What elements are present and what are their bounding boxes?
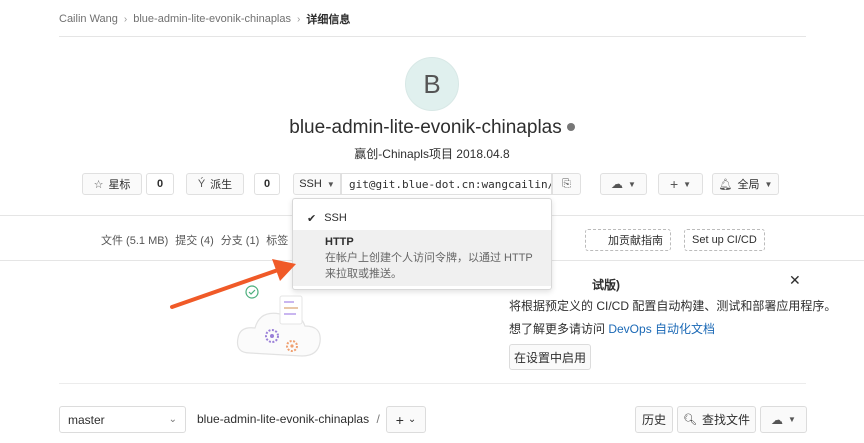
notification-button[interactable]: 🔔︎ 全局 ▼ [712,173,779,195]
fork-label: 派生 [210,179,233,191]
caret-down-icon: ▼ [628,179,636,189]
star-icon: ☆ [93,178,104,191]
copy-url-button[interactable]: ⎘ [552,173,581,195]
chevron-down-icon: ⌄ [407,414,417,425]
clipboard-icon: ⎘ [562,177,571,190]
caret-down-icon: ▼ [683,179,692,189]
star-label: 星标 [108,179,131,191]
project-description: 赢创-Chinapls项目 2018.04.8 [354,147,510,161]
fork-icon: Ý [197,178,206,190]
notification-label: 全局 [737,179,760,191]
close-icon[interactable]: ✕ [789,272,801,289]
breadcrumb-current[interactable]: 详细信息 [306,11,350,27]
setup-cicd-label: Set up CI/CD [692,234,757,246]
project-title: blue-admin-lite-evonik-chinaplas [0,117,864,139]
divider [59,36,806,37]
banner-learn-more: 想了解更多请访问 DevOps 自动化文档 [509,320,715,337]
repo-path-breadcrumb: blue-admin-lite-evonik-chinaplas / [197,412,380,426]
project-avatar: B [405,57,459,111]
cloud-download-icon: ☁ [771,412,784,427]
learn-more-prefix: 想了解更多请访问 [509,322,609,336]
star-count[interactable]: 0 [146,173,174,195]
check-icon: ✔ [307,212,317,225]
dropdown-item-ssh[interactable]: ✔ SSH [293,207,551,229]
enable-in-settings-button[interactable]: 在设置中启用 [509,344,591,370]
search-icon: 🔍︎ [683,414,697,426]
cloud-download-icon: ☁ [611,177,624,191]
plus-icon: + [395,411,404,428]
clone-url-input[interactable]: git@git.blue-dot.cn:wangcailin/blue-admi… [341,173,552,195]
repo-path-name[interactable]: blue-admin-lite-evonik-chinaplas [197,412,369,426]
banner-description: 将根据预定义的 CI/CD 配置自动构建、测试和部署应用程序。 [509,299,837,313]
divider [59,383,806,384]
devops-docs-link[interactable]: DevOps 自动化文档 [608,322,715,336]
protocol-dropdown-menu: ✔ SSH HTTP 在帐户上创建个人访问令牌，以通过 HTTP 来拉取或推送。 [292,198,552,290]
find-file-button[interactable]: 🔍︎ 查找文件 [677,406,756,433]
add-contributing-button[interactable]: 加贡献指南 [585,229,671,251]
fork-button[interactable]: Ý 派生 [186,173,244,195]
annotation-arrow-icon [170,259,296,309]
tags-link[interactable]: 标签 [266,232,288,248]
protocol-label: SSH [299,178,322,190]
chevron-down-icon: ⌄ [168,414,177,425]
add-to-tree-button[interactable]: + ⌄ [386,406,426,433]
caret-down-icon: ▼ [788,415,796,424]
banner-title: 试版) [592,278,620,292]
fork-count[interactable]: 0 [254,173,280,195]
http-option-description: 在帐户上创建个人访问令牌，以通过 HTTP 来拉取或推送。 [325,252,533,280]
add-contributing-label: 加贡献指南 [608,235,663,247]
breadcrumb-project[interactable]: blue-admin-lite-evonik-chinaplas [133,13,291,25]
project-stats-nav: 文件 (5.1 MB) 提交 (4) 分支 (1) 标签 [101,232,295,248]
find-file-label: 查找文件 [701,413,750,427]
dropdown-item-http[interactable]: HTTP 在帐户上创建个人访问令牌，以通过 HTTP 来拉取或推送。 [293,230,551,286]
project-name: blue-admin-lite-evonik-chinaplas [289,117,562,138]
breadcrumb-user[interactable]: Cailin Wang [59,13,118,25]
visibility-globe-icon [566,122,575,131]
chevron-right-icon: › [297,13,301,25]
setup-cicd-button[interactable]: Set up CI/CD [684,229,765,251]
http-option-label: HTTP [325,236,354,248]
chevron-right-icon: › [123,13,128,25]
new-item-button[interactable]: + ▼ [658,173,703,195]
bell-icon: 🔔︎ [718,178,733,191]
repo-path-separator: / [376,412,380,426]
branch-name: master [68,412,105,427]
star-button[interactable]: ☆ 星标 [82,173,142,195]
files-link[interactable]: 文件 (5.1 MB) [101,232,168,248]
download-archive-button[interactable]: ☁ ▼ [760,406,807,433]
breadcrumb: Cailin Wang › blue-admin-lite-evonik-chi… [59,10,350,28]
ssh-option-label: SSH [324,212,347,224]
branch-selector[interactable]: master ⌄ [59,406,186,433]
caret-down-icon: ▼ [764,179,773,189]
plus-icon: + [669,176,679,192]
caret-down-icon: ▼ [326,179,335,189]
branches-link[interactable]: 分支 (1) [221,232,260,248]
commits-link[interactable]: 提交 (4) [175,232,214,248]
download-button[interactable]: ☁ ▼ [600,173,647,195]
protocol-dropdown-button[interactable]: SSH ▼ [293,173,341,195]
history-button[interactable]: 历史 [635,406,673,433]
